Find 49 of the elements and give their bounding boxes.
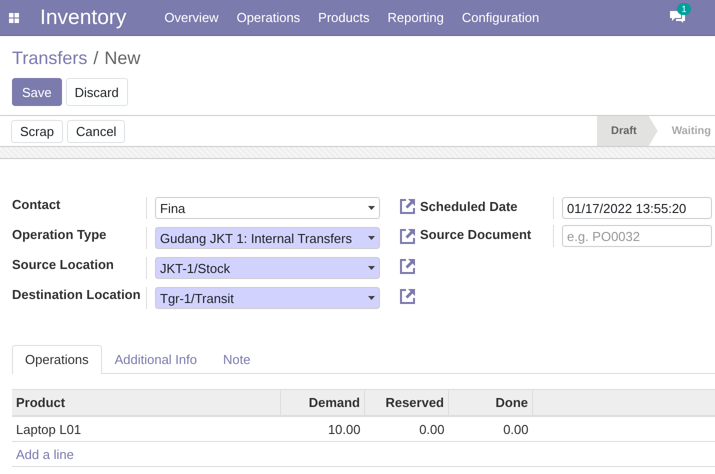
external-link-icon[interactable] <box>398 197 416 215</box>
tab[interactable]: Note <box>210 345 264 373</box>
add-line-link[interactable]: Add a line <box>16 446 74 462</box>
column-header: Done <box>448 390 532 416</box>
caret-icon <box>368 236 375 240</box>
caret-icon <box>368 296 375 300</box>
table-cell: 0.00 <box>448 416 532 442</box>
date-field[interactable]: 01/17/2022 13:55:20 <box>562 197 712 219</box>
dropdown-field[interactable]: Gudang JKT 1: Internal Transfers <box>155 227 380 249</box>
menu-item[interactable]: Reporting <box>387 10 444 25</box>
dropdown-field[interactable]: Tgr-1/Transit <box>155 287 380 309</box>
action-button[interactable]: Cancel <box>66 120 126 142</box>
breadcrumb-current: New <box>104 48 140 69</box>
status-stage[interactable]: Waiting <box>658 116 715 146</box>
breadcrumb-link[interactable]: Transfers <box>12 48 88 69</box>
breadcrumb-separator: / <box>93 48 98 69</box>
tab[interactable]: Operations <box>12 345 102 374</box>
menu-item[interactable]: Overview <box>164 10 219 25</box>
caret-icon <box>368 266 375 270</box>
text-field[interactable]: e.g. PO0032 <box>562 225 712 247</box>
column-header: Reserved <box>364 390 448 416</box>
status-stage[interactable]: Draft <box>597 116 658 146</box>
tab[interactable]: Additional Info <box>102 345 210 373</box>
app-name[interactable]: Inventory <box>40 6 126 30</box>
table-cell: 10.00 <box>280 416 364 442</box>
dropdown-field[interactable]: Fina <box>155 197 380 219</box>
field-label: Source Location <box>12 257 147 279</box>
field-label: Contact <box>12 197 147 219</box>
external-link-icon[interactable] <box>398 287 416 305</box>
external-link-icon[interactable] <box>398 257 416 275</box>
menu-item[interactable]: Products <box>318 10 370 25</box>
dropdown-field[interactable]: JKT-1/Stock <box>155 257 380 279</box>
apps-menu-icon[interactable] <box>9 12 19 22</box>
menu-item[interactable]: Operations <box>236 10 300 25</box>
notification-badge: 1 <box>677 2 691 14</box>
column-header: Demand <box>280 390 364 416</box>
save-button[interactable]: Save <box>12 78 62 106</box>
caret-icon <box>368 206 375 210</box>
field-label: Destination Location <box>12 287 147 309</box>
table-cell: 0.00 <box>364 416 448 442</box>
table-cell: Laptop L01 <box>12 416 280 442</box>
field-label: Source Document <box>420 225 554 247</box>
menu-item[interactable]: Configuration <box>462 10 540 25</box>
column-header: Product <box>12 390 280 416</box>
discard-button[interactable]: Discard <box>66 78 128 106</box>
field-label: Scheduled Date <box>420 197 554 219</box>
action-button[interactable]: Scrap <box>11 120 63 142</box>
field-label: Operation Type <box>12 227 147 249</box>
external-link-icon[interactable] <box>398 227 416 245</box>
